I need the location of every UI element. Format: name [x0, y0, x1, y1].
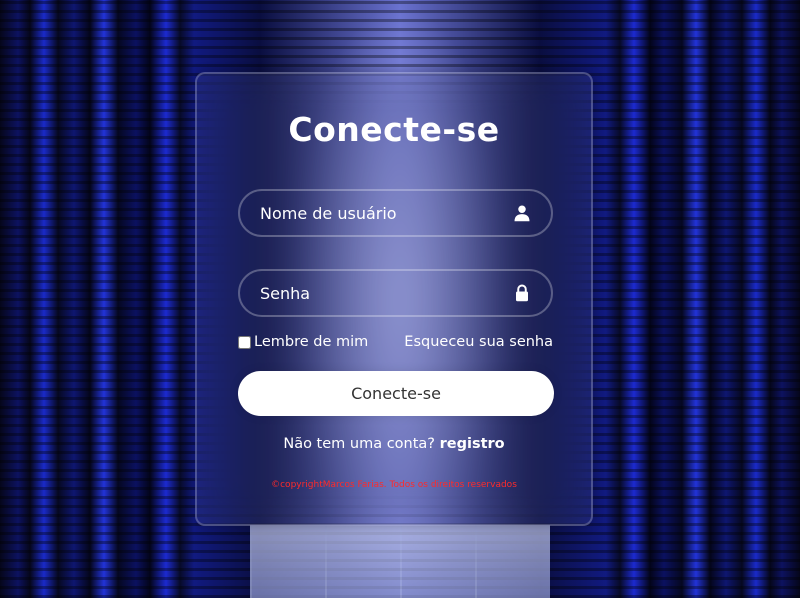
register-prompt-text: Não tem uma conta? — [283, 436, 436, 452]
login-button[interactable]: Conecte-se — [238, 371, 554, 416]
remember-me-text: Lembre de mim — [254, 334, 369, 350]
remember-forgot-row: Lembre de mim Esqueceu sua senha — [238, 334, 553, 350]
register-link[interactable]: registro — [440, 436, 505, 452]
register-prompt: Não tem uma conta? registro — [197, 436, 591, 452]
forgot-password-link[interactable]: Esqueceu sua senha — [404, 334, 553, 350]
password-input[interactable] — [240, 271, 551, 315]
remember-me-label[interactable]: Lembre de mim — [238, 334, 368, 350]
lock-icon — [516, 284, 528, 302]
username-input[interactable] — [240, 191, 551, 235]
login-card: Conecte-se Lembre de mim Esqueceu sua se… — [195, 72, 593, 526]
password-field-box — [238, 269, 553, 317]
floor-tiles — [250, 525, 550, 598]
username-field-box — [238, 189, 553, 237]
copyright-text: ©copyrightMarcos Farias. Todos os direit… — [271, 480, 517, 490]
page-title: Conecte-se — [288, 110, 500, 149]
remember-me-checkbox[interactable] — [238, 335, 251, 349]
user-icon — [514, 205, 530, 222]
